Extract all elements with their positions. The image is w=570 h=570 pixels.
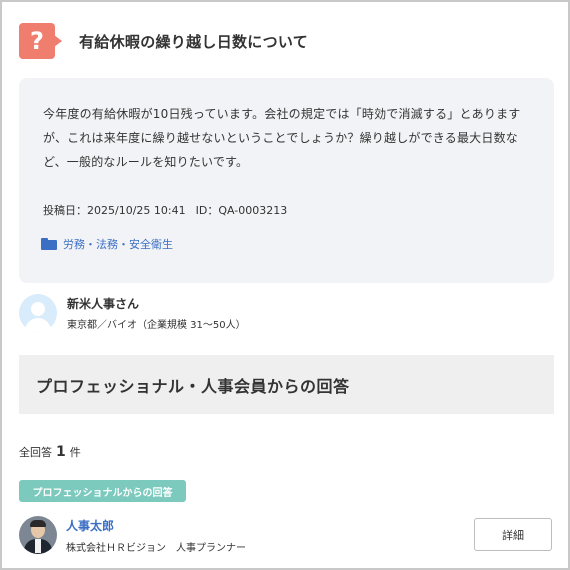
question-meta: 投稿日：2025/10/25 10:41 ID：QA-0003213 <box>43 202 287 218</box>
category-link[interactable]: 労務・法務・安全衛生 <box>41 236 173 252</box>
pro-answer-tag: プロフェッショナルからの回答 <box>19 480 186 502</box>
question-title: 有給休暇の繰り越し日数について <box>79 32 309 51</box>
asker-name: 新米人事さん <box>67 297 140 311</box>
answerer: 人事太郎 株式会社ＨＲビジョン 人事プランナー <box>19 515 246 554</box>
page-frame: ? 有給休暇の繰り越し日数について 今年度の有給休暇が10日残っています。会社の… <box>0 0 570 570</box>
folder-icon <box>41 238 57 250</box>
question-card: 今年度の有給休暇が10日残っています。会社の規定では「時効で消滅する」とあります… <box>19 78 554 283</box>
answer-count: 全回答 1 件 <box>19 444 81 460</box>
user-avatar-icon <box>19 294 57 332</box>
answerer-name-link[interactable]: 人事太郎 <box>66 519 114 533</box>
answers-heading: プロフェッショナル・人事会員からの回答 <box>19 355 554 414</box>
question-body: 今年度の有給休暇が10日残っています。会社の規定では「時効で消滅する」とあります… <box>43 107 521 169</box>
answerer-detail: 株式会社ＨＲビジョン 人事プランナー <box>66 543 246 554</box>
answer-count-number: 1 <box>56 444 66 460</box>
posted-date: 投稿日：2025/10/25 10:41 <box>43 204 186 217</box>
question-id: ID：QA-0003213 <box>195 204 288 217</box>
asker: 新米人事さん 東京都／バイオ（企業規模 31〜50人） <box>19 294 246 332</box>
question-mark-icon: ? <box>19 23 62 59</box>
asker-detail: 東京都／バイオ（企業規模 31〜50人） <box>67 320 246 331</box>
detail-button[interactable]: 詳細 <box>474 518 552 551</box>
answerer-avatar[interactable] <box>19 515 57 554</box>
question-header: ? 有給休暇の繰り越し日数について <box>19 21 308 61</box>
category-label: 労務・法務・安全衛生 <box>63 238 173 251</box>
